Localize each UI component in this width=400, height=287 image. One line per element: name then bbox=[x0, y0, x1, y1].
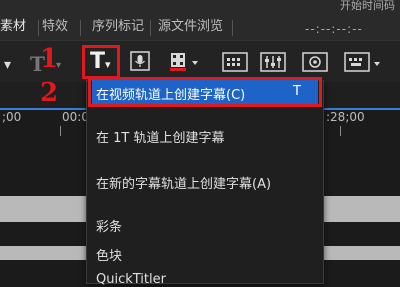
track-clip[interactable] bbox=[322, 246, 400, 260]
menu-item-create-title-on-1t-track[interactable]: 在 1T 轨道上创建字幕 bbox=[96, 127, 224, 146]
ruler-tick bbox=[340, 126, 341, 136]
effect-icon bbox=[302, 52, 328, 72]
chevron-down-icon: ▾ bbox=[105, 58, 111, 71]
grid-panel-icon bbox=[222, 52, 248, 72]
mixer-icon bbox=[260, 52, 286, 72]
menu-item-shortcut: T bbox=[293, 84, 301, 99]
text-tool-icon: T bbox=[30, 52, 45, 76]
tab-library[interactable]: 素材库 bbox=[0, 18, 38, 36]
track-clip[interactable] bbox=[322, 196, 400, 222]
start-timecode-value: --:--:--:-- bbox=[305, 22, 363, 36]
microphone-icon bbox=[130, 51, 150, 71]
effects-button[interactable] bbox=[302, 52, 328, 72]
ruler-tick bbox=[60, 126, 61, 136]
ruler-label: 00:0 bbox=[62, 110, 89, 124]
track-clip[interactable] bbox=[0, 246, 88, 260]
tab-source-browser[interactable]: 源文件浏览 bbox=[158, 18, 223, 36]
film-strip-icon bbox=[170, 53, 198, 71]
tab-divider bbox=[38, 20, 39, 36]
menu-item-create-title-on-video-track[interactable]: 在视频轨道上创建字幕(C) bbox=[96, 84, 245, 103]
start-timecode-label: 开始时间码 bbox=[340, 0, 395, 12]
tab-effects[interactable]: 特效 bbox=[42, 18, 68, 36]
tab-divider bbox=[150, 20, 151, 36]
create-title-button[interactable]: T ▾ bbox=[88, 48, 116, 74]
keyboard-icon bbox=[344, 52, 380, 72]
ruler-label: ;00 bbox=[2, 110, 22, 124]
capture-button[interactable] bbox=[344, 52, 384, 74]
chevron-down-icon: ▾ bbox=[56, 60, 62, 71]
audio-mixer-button[interactable] bbox=[260, 52, 286, 72]
step-2-annotation: 2 bbox=[40, 78, 59, 108]
menu-item-quicktitler[interactable]: QuickTitler bbox=[96, 272, 166, 287]
ruler-label: :28;00 bbox=[326, 110, 365, 124]
voiceover-button[interactable] bbox=[129, 50, 151, 72]
title-t-icon: T bbox=[90, 49, 106, 74]
multicam-button[interactable] bbox=[222, 52, 248, 72]
menu-item-color-matte[interactable]: 色块 bbox=[96, 245, 122, 264]
menu-item-create-title-on-new-track[interactable]: 在新的字幕轨道上创建字幕(A) bbox=[96, 173, 271, 192]
tab-divider bbox=[80, 20, 81, 36]
chevron-down-icon[interactable]: ▾ bbox=[4, 57, 11, 73]
tab-divider bbox=[232, 20, 233, 36]
add-clip-button[interactable] bbox=[166, 50, 202, 74]
tab-sequence-markers[interactable]: 序列标记 bbox=[92, 18, 144, 36]
track-clip[interactable] bbox=[0, 196, 88, 222]
menu-item-color-bars[interactable]: 彩条 bbox=[96, 216, 122, 235]
